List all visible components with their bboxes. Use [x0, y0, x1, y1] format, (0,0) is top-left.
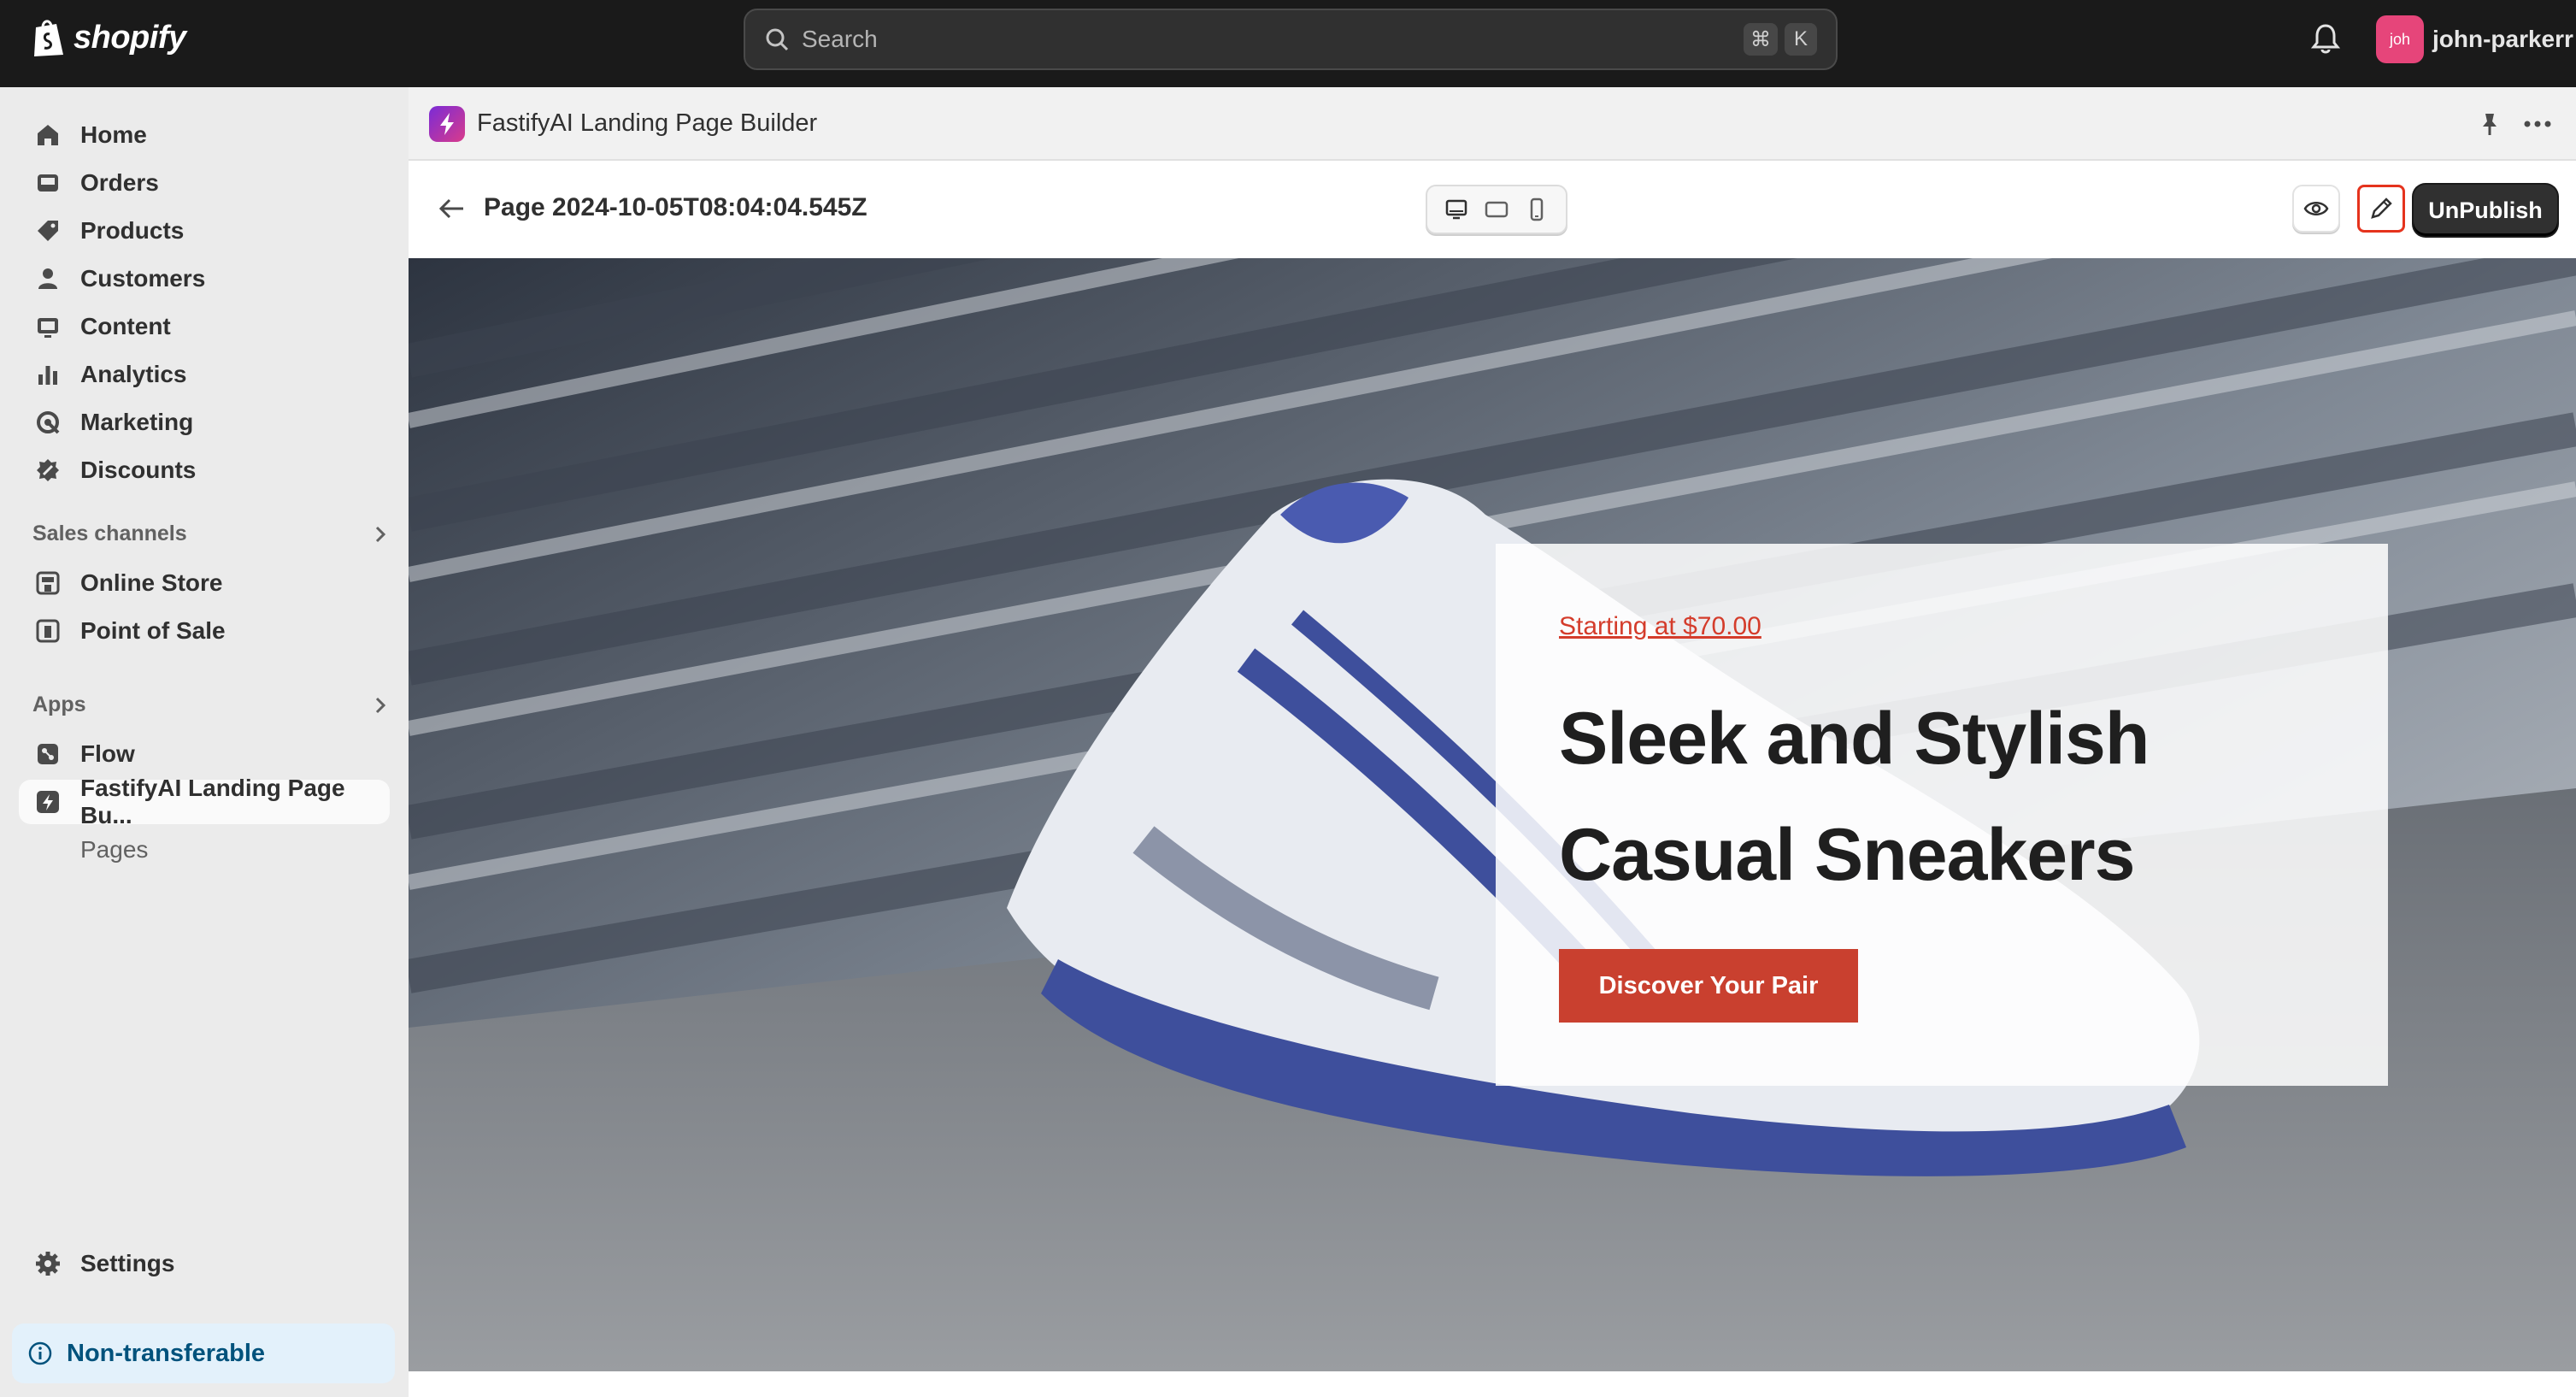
page-title: Page 2024-10-05T08:04:04.545Z: [484, 193, 867, 221]
tag-icon: [38, 221, 58, 241]
mobile-icon[interactable]: [1523, 196, 1550, 223]
top-bar: shopify ⌘ K joh john-parkerr: [0, 0, 2576, 87]
shopify-bag-icon: [34, 20, 63, 56]
sidebar-item-label: Pages: [80, 836, 149, 863]
apps-header[interactable]: Apps: [32, 693, 391, 717]
sidebar-item-label: Point of Sale: [80, 617, 226, 644]
sidebar-item-flow[interactable]: Flow: [19, 732, 390, 776]
search-icon: [766, 28, 789, 51]
preview-bottom-edge: [409, 1371, 2576, 1397]
flow-icon: [38, 744, 58, 764]
section-label: Apps: [32, 693, 86, 716]
device-preview-toggle: [1426, 185, 1567, 234]
info-icon: [28, 1341, 52, 1365]
gear-icon: [36, 1252, 60, 1276]
app-header: FastifyAI Landing Page Builder: [409, 87, 2576, 161]
sidebar-item-label: Products: [80, 217, 185, 244]
sidebar-item-point-of-sale[interactable]: Point of Sale: [19, 609, 390, 653]
pencil-icon: [2371, 197, 2392, 219]
sidebar-item-label: Customers: [80, 265, 206, 292]
section-label: Sales channels: [32, 522, 187, 545]
sidebar-item-settings[interactable]: Settings: [19, 1241, 390, 1286]
sidebar-item-label: Home: [80, 121, 147, 148]
fastify-app-icon: [429, 106, 465, 142]
chevron-right-icon: [375, 526, 386, 542]
sidebar-item-content[interactable]: Content: [19, 304, 390, 349]
target-icon: [37, 411, 60, 434]
back-arrow-icon[interactable]: [436, 195, 467, 222]
sidebar-item-marketing[interactable]: Marketing: [19, 400, 390, 445]
image-icon: [38, 318, 58, 338]
sidebar-item-label: Online Store: [80, 569, 223, 596]
desktop-icon[interactable]: [1443, 196, 1470, 223]
sidebar-item-fastifyai[interactable]: FastifyAI Landing Page Bu...: [19, 775, 390, 828]
search-bar[interactable]: ⌘ K: [744, 9, 1838, 70]
sidebar-item-label: Marketing: [80, 409, 194, 435]
eye-icon: [2303, 202, 2329, 215]
lightning-icon: [440, 113, 454, 135]
app-title: FastifyAI Landing Page Builder: [477, 109, 818, 137]
hero-headline: Sleek and Stylish Casual Sneakers: [1559, 698, 2150, 896]
hero-section: Starting at $70.00 Sleek and Stylish Cas…: [409, 258, 2576, 1371]
pos-icon: [36, 619, 60, 643]
sidebar-item-analytics[interactable]: Analytics: [19, 352, 390, 397]
inbox-icon: [38, 174, 58, 192]
shortcut-key-cmd: ⌘: [1744, 23, 1778, 56]
sidebar-item-label: FastifyAI Landing Page Bu...: [80, 775, 345, 828]
non-transferable-notice[interactable]: Non-transferable: [12, 1323, 395, 1383]
home-icon: [38, 125, 58, 145]
preview-button[interactable]: [2292, 185, 2340, 233]
fastify-icon: [37, 791, 59, 813]
notice-label: Non-transferable: [67, 1339, 266, 1367]
user-menu[interactable]: joh john-parkerr: [2376, 15, 2573, 63]
sidebar-item-label: Analytics: [80, 361, 187, 387]
sidebar-item-customers[interactable]: Customers: [19, 256, 390, 301]
pin-icon[interactable]: [2477, 111, 2502, 137]
edit-button[interactable]: [2357, 185, 2405, 233]
sidebar-item-orders[interactable]: Orders: [19, 161, 390, 205]
sidebar-item-home[interactable]: Home: [19, 113, 390, 157]
sidebar-item-label: Content: [80, 313, 171, 339]
avatar: joh: [2376, 15, 2424, 63]
shopify-logo[interactable]: shopify: [31, 17, 186, 58]
more-options-icon[interactable]: [2523, 111, 2552, 137]
sidebar-item-pages[interactable]: Pages: [19, 828, 390, 872]
brand-name: shopify: [74, 19, 186, 56]
sales-channels-header[interactable]: Sales channels: [32, 522, 391, 546]
unpublish-button[interactable]: UnPublish: [2414, 185, 2557, 236]
sidebar-item-label: Settings: [80, 1250, 175, 1276]
sidebar-item-online-store[interactable]: Online Store: [19, 561, 390, 605]
price-link[interactable]: Starting at $70.00: [1559, 612, 1761, 641]
tablet-icon[interactable]: [1483, 196, 1510, 223]
sidebar-item-products[interactable]: Products: [19, 209, 390, 253]
sidebar-item-label: Discounts: [80, 457, 197, 483]
user-name: john-parkerr: [2432, 26, 2573, 52]
search-input[interactable]: [802, 26, 1737, 53]
store-icon: [36, 571, 60, 595]
sidebar: Home Orders Products Customers Content A…: [0, 87, 409, 1397]
main-content: FastifyAI Landing Page Builder Page 2024…: [409, 87, 2576, 1397]
bar-chart-icon: [38, 366, 57, 385]
hero-content-card: Starting at $70.00 Sleek and Stylish Cas…: [1496, 544, 2388, 1086]
shortcut-key-k: K: [1785, 23, 1817, 56]
person-icon: [38, 268, 57, 289]
page-toolbar: Page 2024-10-05T08:04:04.545Z UnPublish: [409, 161, 2576, 258]
sidebar-item-label: Orders: [80, 169, 159, 196]
bell-icon[interactable]: [2311, 22, 2340, 55]
discount-icon: [37, 459, 59, 481]
chevron-right-icon: [375, 697, 386, 713]
discover-pair-button[interactable]: Discover Your Pair: [1559, 949, 1858, 1023]
sidebar-item-discounts[interactable]: Discounts: [19, 448, 390, 492]
sidebar-item-label: Flow: [80, 740, 135, 767]
